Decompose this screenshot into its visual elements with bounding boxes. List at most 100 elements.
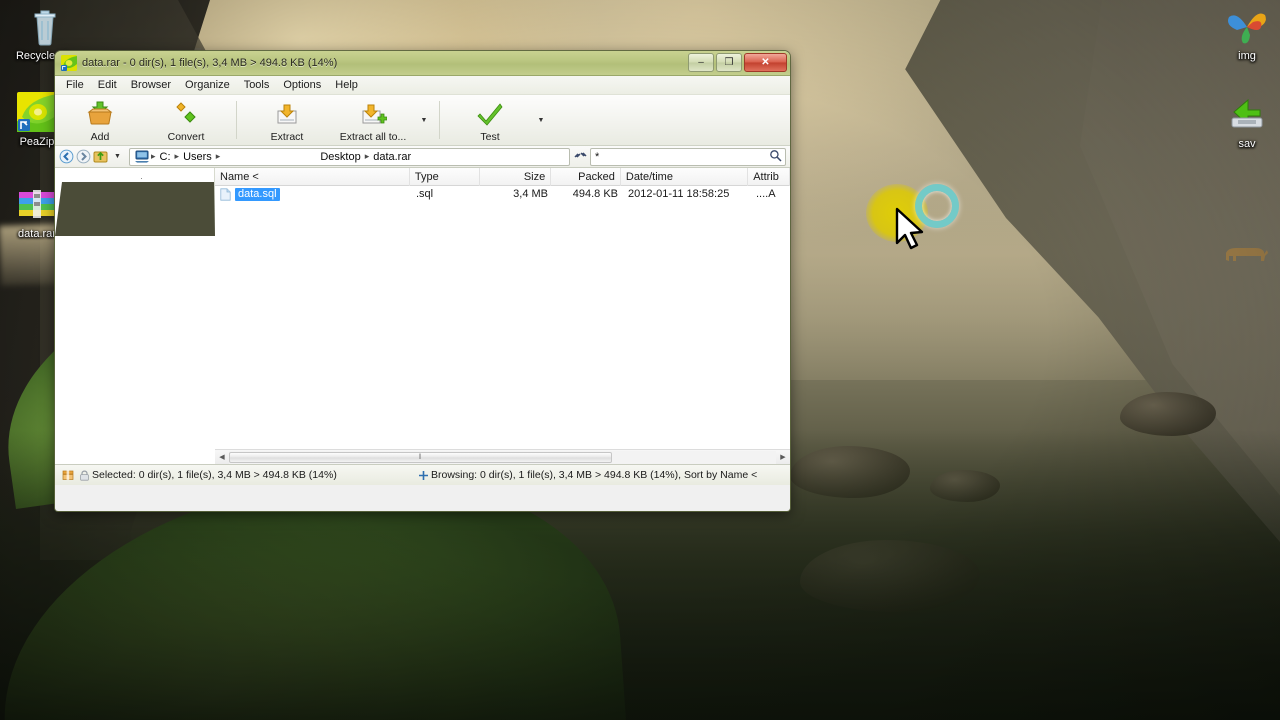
toolbar-label: Convert [167, 131, 205, 143]
desktop-icon-img[interactable]: img [1210, 4, 1280, 63]
statusbar-selected: Selected: 0 dir(s), 1 file(s), 3,4 MB > … [55, 469, 415, 481]
tree-item-filesystem[interactable]: ▾ Filesystem [62, 182, 214, 197]
breadcrumb-separator: ▸ [215, 151, 221, 161]
back-arrow-icon[interactable] [58, 148, 75, 165]
plus-icon [415, 470, 431, 481]
scroll-left-arrow[interactable]: ◀ [215, 453, 229, 461]
search-input[interactable] [591, 149, 765, 164]
toolbar-separator [236, 101, 237, 139]
search-box[interactable] [590, 147, 786, 166]
menu-item-browser[interactable]: Browser [124, 77, 178, 93]
computer-icon [82, 199, 99, 211]
toolbar-button-extract-all-to[interactable]: Extract all to... [330, 95, 416, 145]
address-bar[interactable]: ▼ ▸ C: ▸ Users ▸ Desktop ▸ data.rar [55, 146, 790, 168]
cell-packed: 494.8 KB [572, 188, 618, 200]
chevron-down-icon[interactable]: ▼ [109, 148, 126, 165]
recycle-bin-icon [8, 4, 82, 48]
menu-item-options[interactable]: Options [276, 77, 328, 93]
forward-arrow-icon[interactable] [75, 148, 92, 165]
table-row[interactable]: data.sql .sql 3,4 MB 494.8 KB 2012-01-11… [215, 186, 790, 203]
toolbar[interactable]: Add Convert Extract Extract all to... ▼ … [55, 95, 790, 146]
statusbar-selected-text: Selected: 0 dir(s), 1 file(s), 3,4 MB > … [92, 469, 337, 481]
menu-item-help[interactable]: Help [328, 77, 365, 93]
minimize-button[interactable]: – [688, 53, 714, 72]
statusbar-browsing: Browsing: 0 dir(s), 1 file(s), 3,4 MB > … [415, 469, 757, 481]
column-header-name[interactable]: Name < [215, 168, 410, 186]
tree-item-desktop[interactable]: Desktop [62, 212, 214, 227]
expander-icon[interactable]: ▾ [66, 186, 77, 194]
file-list[interactable]: Name < Type Size Packed Date/time Attrib [215, 168, 790, 464]
window-body: · ▾ Filesystem ▸ Computer's root Desktop… [55, 168, 790, 465]
refresh-icon[interactable] [570, 148, 590, 165]
maximize-button[interactable]: ❒ [716, 53, 742, 72]
statusbar-browsing-text: Browsing: 0 dir(s), 1 file(s), 3,4 MB > … [431, 469, 758, 481]
tree-item-computers-root[interactable]: ▸ Computer's root [62, 197, 214, 212]
tree-item-home[interactable]: Home [62, 227, 214, 236]
scroll-right-arrow[interactable]: ▶ [776, 453, 790, 461]
tree-label: Desktop [99, 213, 140, 226]
extract-dropdown-caret[interactable]: ▼ [416, 95, 432, 145]
lock-icon [76, 469, 92, 481]
horizontal-scrollbar[interactable]: ◀ ‖ ▶ [215, 449, 790, 464]
statusbar: Selected: 0 dir(s), 1 file(s), 3,4 MB > … [55, 465, 790, 485]
menu-item-tools[interactable]: Tools [237, 77, 277, 93]
test-check-icon [476, 100, 504, 126]
toolbar-separator [439, 101, 440, 139]
desktop-icon-sav[interactable]: sav [1210, 92, 1280, 151]
save-shortcut-icon [1210, 92, 1280, 136]
folder-icon [82, 229, 99, 237]
file-list-header[interactable]: Name < Type Size Packed Date/time Attrib [215, 168, 790, 186]
peazip-icon [61, 55, 77, 71]
menu-item-edit[interactable]: Edit [91, 77, 124, 93]
toolbar-label: Add [90, 131, 110, 143]
desktop-icon-label: img [1238, 50, 1256, 62]
archive-icon [60, 469, 76, 481]
mouse-cursor-arrow [895, 207, 929, 258]
expander-icon[interactable]: ▸ [71, 201, 82, 209]
breadcrumb[interactable]: ▸ C: ▸ Users ▸ Desktop ▸ data.rar [129, 147, 570, 166]
menu-item-organize[interactable]: Organize [178, 77, 237, 93]
toolbar-button-extract[interactable]: Extract [244, 95, 330, 145]
photo-viewer-icon [1210, 4, 1280, 48]
column-header-attrib[interactable]: Attrib [748, 168, 790, 186]
breadcrumb-item-users[interactable]: Users [180, 151, 215, 163]
cell-size: 3,4 MB [513, 188, 548, 200]
toolbar-label: Test [480, 131, 500, 143]
file-icon [220, 188, 231, 201]
peazip-window[interactable]: data.rar - 0 dir(s), 1 file(s), 3,4 MB >… [55, 51, 790, 511]
column-header-size[interactable]: Size [480, 168, 552, 186]
extract-all-icon [359, 100, 387, 126]
toolbar-button-add[interactable]: Add [57, 95, 143, 145]
add-archive-icon [86, 100, 114, 126]
tree-label: Home [99, 228, 129, 236]
tree-marker: · [140, 173, 143, 183]
breadcrumb-item-desktop[interactable]: Desktop [317, 151, 363, 163]
menu-item-file[interactable]: File [59, 77, 91, 93]
toolbar-label: Extract all to... [339, 131, 407, 143]
desktop-icon [82, 214, 99, 226]
folder-tree[interactable]: · ▾ Filesystem ▸ Computer's root Desktop… [55, 168, 215, 236]
window-controls[interactable]: – ❒ ✕ [688, 53, 787, 72]
toolbar-button-convert[interactable]: Convert [143, 95, 229, 145]
column-header-type[interactable]: Type [410, 168, 480, 186]
window-titlebar[interactable]: data.rar - 0 dir(s), 1 file(s), 3,4 MB >… [55, 51, 790, 76]
breadcrumb-item-c[interactable]: C: [157, 151, 174, 163]
desktop[interactable]: Recycle Bin PeaZip data.rar img sav data… [0, 0, 1280, 720]
extract-icon [273, 100, 301, 126]
column-header-packed[interactable]: Packed [551, 168, 621, 186]
column-header-date[interactable]: Date/time [621, 168, 749, 186]
breadcrumb-item-archive[interactable]: data.rar [370, 151, 414, 163]
magnifier-icon[interactable] [765, 149, 785, 165]
scroll-thumb[interactable]: ‖ [229, 451, 612, 463]
cell-attrib: ....A [756, 188, 776, 200]
computer-icon[interactable] [133, 149, 150, 165]
drive-icon [77, 184, 94, 196]
window-title: data.rar - 0 dir(s), 1 file(s), 3,4 MB >… [82, 57, 338, 69]
scroll-track[interactable]: ‖ [229, 450, 776, 464]
cell-name[interactable]: data.sql [215, 186, 411, 203]
close-button[interactable]: ✕ [744, 53, 787, 72]
test-dropdown-caret[interactable]: ▼ [533, 95, 549, 145]
menubar[interactable]: File Edit Browser Organize Tools Options… [55, 76, 790, 95]
up-level-icon[interactable] [92, 148, 109, 165]
toolbar-button-test[interactable]: Test [447, 95, 533, 145]
